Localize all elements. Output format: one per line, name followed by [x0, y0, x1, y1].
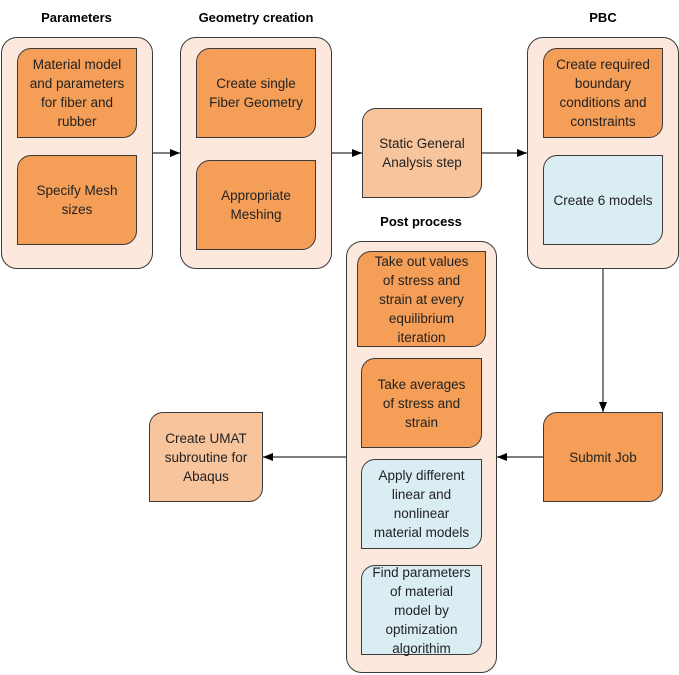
extract-values-node[interactable]: Take out values of stress and strain at …	[357, 251, 486, 347]
material-model-node[interactable]: Material model and parameters for fiber …	[17, 48, 137, 138]
pbc-title: PBC	[589, 10, 617, 25]
submit-job-label: Submit Job	[569, 449, 637, 465]
mesh-sizes-node[interactable]: Specify Mesh sizes	[17, 155, 137, 245]
create-models-label: Create 6 models	[553, 192, 653, 208]
submit-job-node[interactable]: Submit Job	[543, 412, 663, 502]
fiber-geometry-node[interactable]: Create single Fiber Geometry	[196, 48, 316, 138]
averages-label: Take averages of stress and strain	[377, 376, 466, 430]
parameters-title: Parameters	[41, 10, 112, 25]
material-models-label: Apply different linear and nonlinear mat…	[373, 468, 470, 540]
extract-values-label: Take out values of stress and strain at …	[374, 253, 469, 345]
mesh-sizes-label: Specify Mesh sizes	[36, 183, 118, 217]
optimization-label: Find parameters of material model by opt…	[372, 564, 471, 656]
static-general-label: Static General Analysis step	[379, 136, 465, 170]
material-model-label: Material model and parameters for fiber …	[29, 57, 125, 129]
boundary-conditions-node[interactable]: Create required boundary conditions and …	[543, 48, 663, 138]
optimization-node[interactable]: Find parameters of material model by opt…	[361, 564, 482, 656]
umat-label: Create UMAT subroutine for Abaqus	[164, 430, 248, 484]
post-process-title: Post process	[380, 214, 462, 229]
boundary-conditions-label: Create required boundary conditions and …	[556, 57, 650, 129]
material-models-node[interactable]: Apply different linear and nonlinear mat…	[361, 459, 482, 549]
geometry-creation-title: Geometry creation	[198, 10, 314, 25]
meshing-node[interactable]: Appropriate Meshing	[196, 160, 316, 250]
averages-node[interactable]: Take averages of stress and strain	[361, 358, 482, 448]
fiber-geometry-label: Create single Fiber Geometry	[209, 76, 303, 110]
create-models-node[interactable]: Create 6 models	[543, 155, 663, 245]
static-general-node[interactable]: Static General Analysis step	[362, 108, 482, 198]
meshing-label: Appropriate Meshing	[221, 188, 291, 222]
umat-node[interactable]: Create UMAT subroutine for Abaqus	[149, 412, 263, 502]
